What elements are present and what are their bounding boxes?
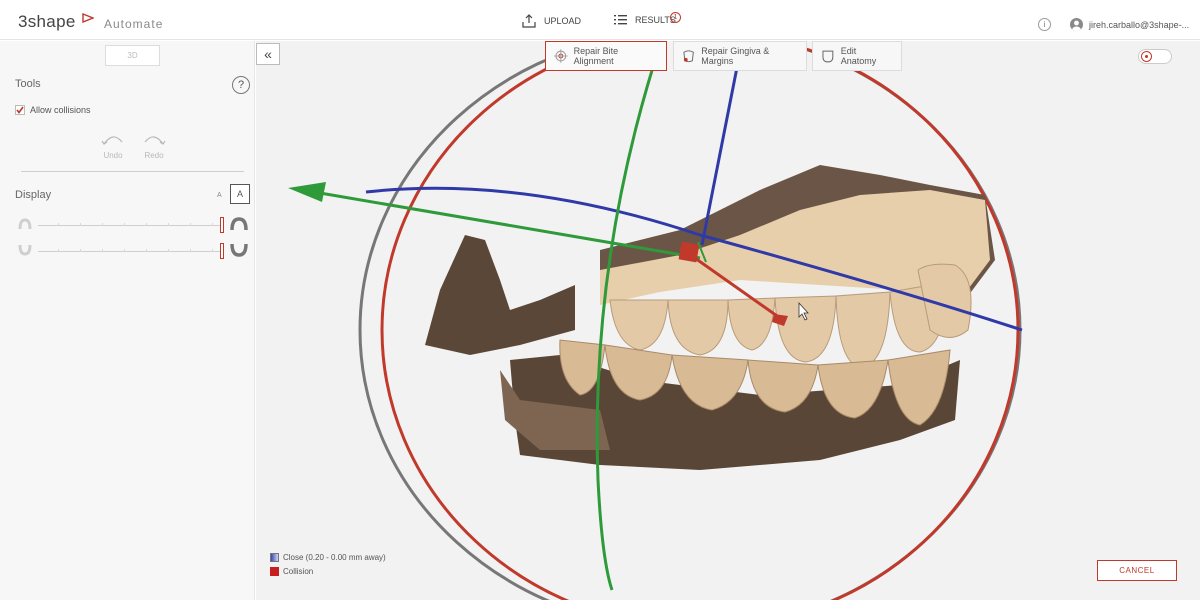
top-bar: 3shape Automate UPLOAD RESULTS 1 i jireh… [0,0,1200,40]
color-legend: Close (0.20 - 0.00 mm away) Collision [270,550,386,578]
collision-swatch [270,566,279,576]
tools-divider [21,171,244,172]
cancel-button[interactable]: CANCEL [1097,560,1177,581]
app-name: Automate [104,17,164,31]
user-menu[interactable]: jireh.carballo@3shape-... [1070,18,1189,31]
tooth-icon [822,50,834,63]
toggle-knob[interactable] [1141,51,1152,62]
upper-jaw-slider-track[interactable] [38,225,221,226]
display-title: Display [15,189,52,201]
legend-collision: Collision [270,564,386,578]
upper-jaw-faded-icon [18,218,32,230]
results-nav-item[interactable]: RESULTS [614,14,676,25]
upper-jaw-icon [230,217,248,231]
user-name: jireh.carballo@3shape-... [1089,19,1190,30]
edit-anatomy-label: Edit Anatomy [840,46,877,66]
upload-icon [522,14,536,28]
undo-icon [101,136,123,145]
gingiva-icon [683,50,694,63]
view-mode-button[interactable]: 3D [105,45,160,66]
legend-close: Close (0.20 - 0.00 mm away) [270,550,386,564]
undo-button[interactable]: Undo [100,133,126,160]
help-icon[interactable]: ? [232,76,250,94]
close-swatch [270,552,279,562]
redo-icon [144,136,166,145]
repair-gingiva-margins-label: Repair Gingiva & Margins [701,46,770,66]
redo-label: Redo [144,151,164,160]
upload-nav-item[interactable]: UPLOAD [522,14,581,28]
upper-jaw-opacity-slider[interactable] [18,217,250,233]
info-icon[interactable]: i [1038,18,1051,31]
dental-scan-scene[interactable] [256,41,1200,600]
results-count-badge: 1 [670,12,681,23]
allow-collisions-checkbox[interactable] [15,105,25,115]
logo-text: 3shape [18,12,76,31]
undo-label: Undo [103,151,123,160]
list-icon [614,15,627,25]
allow-collisions-option[interactable]: Allow collisions [15,105,91,115]
x-axis-arrowhead[interactable] [288,182,326,202]
collision-display-toggle[interactable] [1138,49,1172,64]
legend-collision-label: Collision [283,566,314,576]
x-axis-green[interactable] [319,191,701,260]
target-icon [554,49,568,63]
allow-collisions-label: Allow collisions [30,105,91,115]
avatar [1070,18,1083,31]
text-size-small-button[interactable]: A [217,192,222,199]
checkmark-icon [16,106,24,114]
upper-jaw-slider-thumb[interactable] [220,217,224,233]
gingiva-flap [425,235,575,355]
legend-close-label: Close (0.20 - 0.00 mm away) [283,552,386,562]
logo-triangle-icon [82,13,94,23]
upload-label: UPLOAD [544,16,582,26]
gimbal-center-handle[interactable] [678,241,700,263]
3d-viewport[interactable] [256,41,1200,600]
redo-button[interactable]: Redo [141,133,167,160]
user-icon [1072,20,1081,31]
repair-bite-alignment-button[interactable]: Repair Bite Alignment [545,41,667,71]
tools-title: Tools [15,78,41,90]
text-size-large-button[interactable]: A [230,184,250,204]
lower-jaw-icon [230,243,248,257]
left-panel: 3D Tools ? Allow collisions Undo Redo Di… [0,41,255,600]
repair-gingiva-margins-button[interactable]: Repair Gingiva & Margins [673,41,807,71]
lower-jaw-opacity-slider[interactable] [18,243,250,259]
repair-bite-alignment-label: Repair Bite Alignment [573,46,619,66]
lower-jaw-slider-thumb[interactable] [220,243,224,259]
collapse-panel-button[interactable]: « [256,43,280,65]
lower-jaw-faded-icon [18,244,32,256]
lower-jaw-slider-track[interactable] [38,251,221,252]
edit-anatomy-button[interactable]: Edit Anatomy [812,41,902,71]
